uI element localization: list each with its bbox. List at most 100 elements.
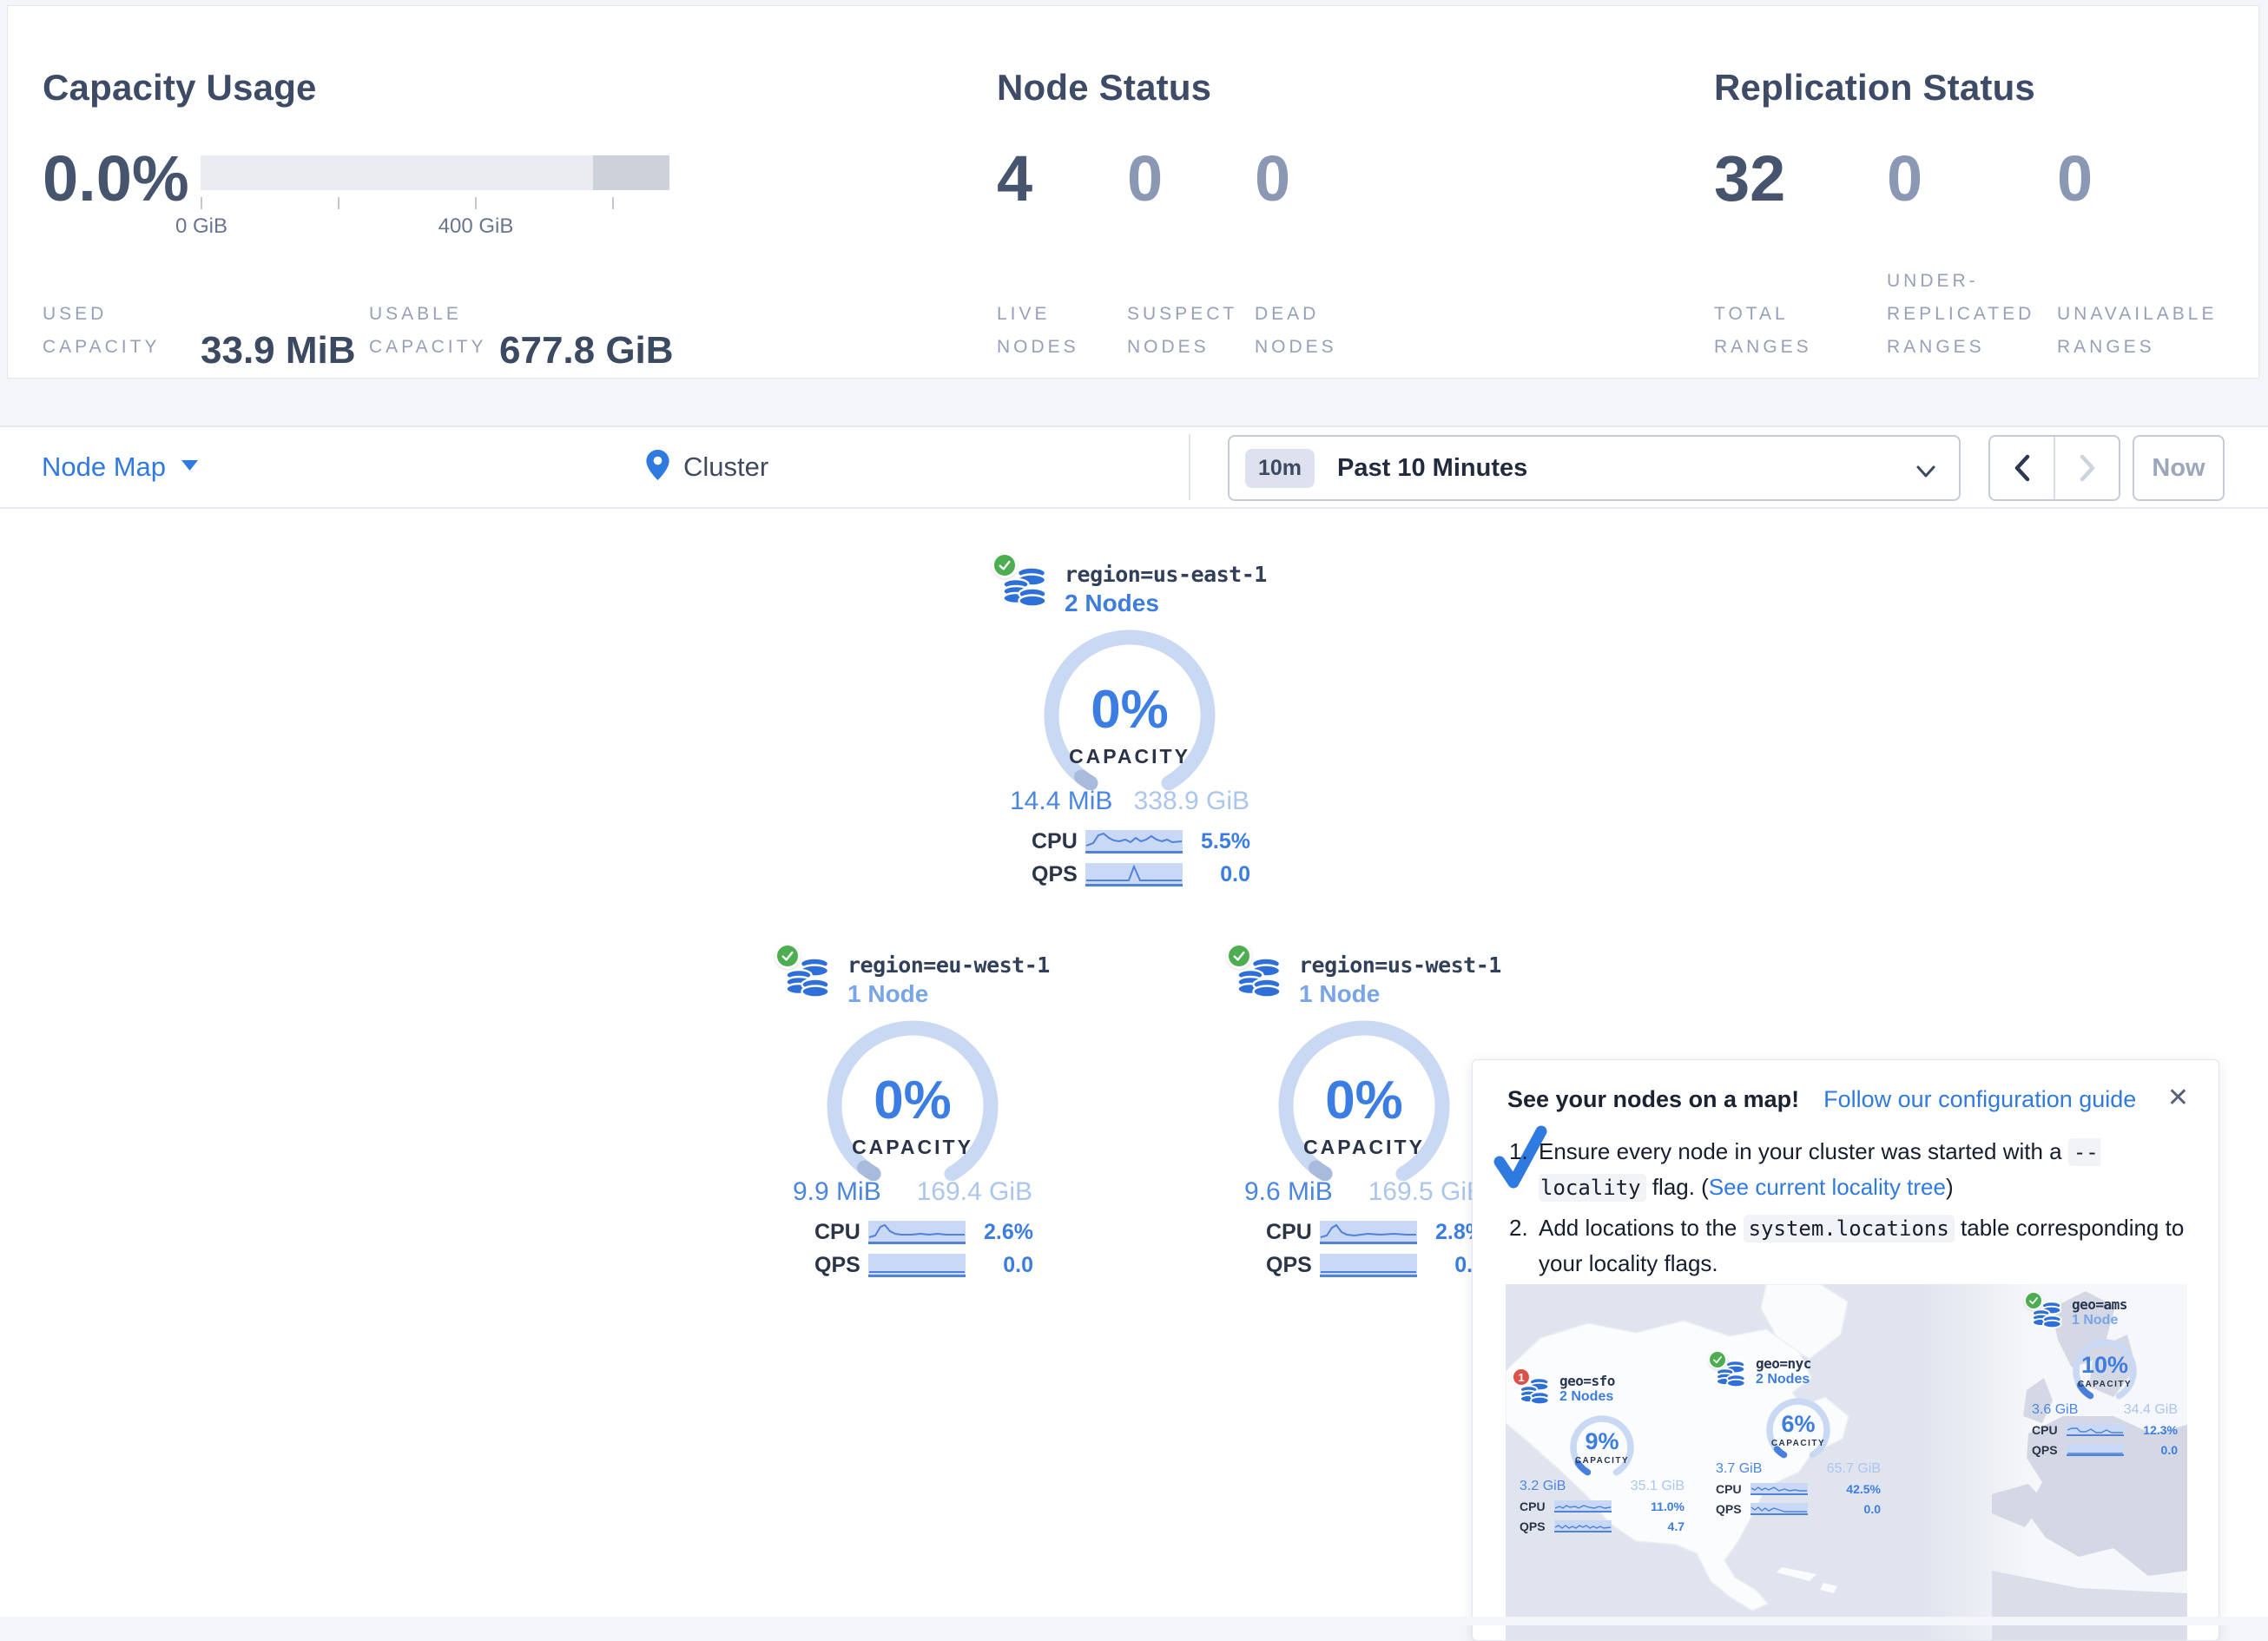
setup-step-1: 1.Ensure every node in your cluster was … <box>1509 1134 2186 1205</box>
under-replicated-value: 0 <box>1887 143 1922 214</box>
unavailable-ranges-label: UNAVAILABLE RANGES <box>2057 298 2217 364</box>
step-text: Add locations to the <box>1539 1215 1744 1241</box>
locality-node-count: 1 Node <box>1299 979 1501 1009</box>
axis-tick <box>338 197 340 209</box>
step-text: ) <box>1946 1174 1954 1200</box>
locality-title: geo=ams <box>2072 1296 2127 1313</box>
locality-title: geo=sfo <box>1559 1373 1615 1389</box>
locality-title: geo=nyc <box>1756 1355 1811 1372</box>
breadcrumb[interactable]: Cluster <box>646 427 768 507</box>
locality-tree-link[interactable]: See current locality tree <box>1709 1174 1946 1200</box>
node-status-title: Node Status <box>997 67 1211 109</box>
locality-card-header: region=us-east-1 2 Nodes <box>1002 556 1273 618</box>
locality-card-us-west-1[interactable]: region=us-west-1 1 Node 0% CAPACITY 9.6 … <box>1221 946 1507 1285</box>
time-range-dropdown[interactable]: 10m Past 10 Minutes <box>1228 435 1961 501</box>
dead-nodes-value: 0 <box>1255 143 1290 214</box>
cpu-sparkline <box>1320 1221 1417 1244</box>
map-pin-icon <box>646 450 669 484</box>
qps-sparkline <box>1320 1254 1417 1277</box>
cluster-summary-bar: Capacity Usage 0.0% 0 GiB 400 GiB USED C… <box>7 5 2259 379</box>
qps-sparkline <box>1085 863 1183 886</box>
code-locality-flag: locality <box>1539 1174 1646 1202</box>
total-capacity: 338.9 GiB <box>1134 787 1249 816</box>
usable-capacity-label: USABLE CAPACITY <box>369 298 486 364</box>
view-selector-dropdown[interactable]: Node Map <box>42 427 198 507</box>
qps-row: QPS 0.0 <box>1266 1252 1485 1278</box>
qps-label: QPS <box>1266 1253 1320 1278</box>
healthy-check-icon <box>2024 1291 2043 1310</box>
total-ranges-label: TOTAL RANGES <box>1714 298 1812 364</box>
cpu-value: 11.0% <box>1651 1499 1685 1513</box>
locality-card-us-east-1[interactable]: region=us-east-1 2 Nodes 0% CAPACITY 14.… <box>986 556 1273 894</box>
cpu-value: 2.6% <box>984 1220 1033 1245</box>
gauge-percent: 0% <box>826 1070 999 1131</box>
breadcrumb-label: Cluster <box>683 451 768 483</box>
healthy-check-icon <box>775 943 801 969</box>
locality-title: region=eu-west-1 <box>847 952 1050 979</box>
usable-capacity-value: 677.8 GiB <box>499 329 674 372</box>
cpu-label: CPU <box>1266 1220 1320 1245</box>
nodes-on-map-popup: See your nodes on a map! Follow our conf… <box>1472 1059 2219 1641</box>
example-node-map-image: 1 geo=sfo 2 Nodes 9% CAPACITY <box>1506 1284 2187 1640</box>
qps-sparkline <box>1750 1503 1808 1515</box>
cpu-row: CPU 5.5% <box>1032 828 1250 854</box>
cpu-sparkline <box>868 1221 966 1244</box>
cpu-sparkline <box>1085 830 1183 853</box>
locality-node-count: 1 Node <box>847 979 1050 1009</box>
time-back-button[interactable] <box>1990 437 2054 499</box>
step-text: flag. ( <box>1646 1174 1709 1200</box>
close-icon[interactable]: ✕ <box>2167 1083 2189 1113</box>
configuration-guide-link[interactable]: Follow our configuration guide <box>1823 1086 2136 1113</box>
time-forward-button[interactable] <box>2054 437 2119 499</box>
code-locality-flag: -- <box>2068 1138 2100 1166</box>
qps-sparkline <box>1554 1520 1612 1532</box>
gauge-capacity-label: CAPACITY <box>1762 1439 1835 1448</box>
map-node-sfo: 1 geo=sfo 2 Nodes 9% CAPACITY <box>1520 1371 1685 1534</box>
qps-value: 0.0 <box>1864 1502 1881 1516</box>
cpu-row: CPU 2.6% <box>814 1219 1033 1245</box>
locality-title: region=us-east-1 <box>1065 561 1267 589</box>
setup-steps: 1.Ensure every node in your cluster was … <box>1509 1134 2186 1281</box>
node-map-canvas: region=us-east-1 2 Nodes 0% CAPACITY 14.… <box>0 509 2268 1617</box>
setup-step-2: 2.Add locations to the system.locations … <box>1509 1210 2186 1281</box>
cpu-row: CPU 42.5% <box>1716 1481 1881 1497</box>
gauge-percent: 0% <box>1277 1070 1451 1131</box>
chevron-left-icon <box>2013 454 2032 482</box>
used-capacity: 3.7 GiB <box>1716 1461 1762 1477</box>
axis-tick <box>201 197 202 209</box>
capacity-gauge: 0% CAPACITY <box>1277 1019 1451 1181</box>
cpu-value: 12.3% <box>2143 1423 2178 1437</box>
used-capacity: 3.6 GiB <box>2032 1402 2078 1418</box>
live-nodes-value: 4 <box>997 143 1032 214</box>
unavailable-ranges-value: 0 <box>2057 143 2093 214</box>
qps-row: QPS 0.0 <box>814 1252 1033 1278</box>
axis-tick <box>475 197 477 209</box>
suspect-nodes-value: 0 <box>1127 143 1163 214</box>
now-button[interactable]: Now <box>2133 435 2225 501</box>
tick-label-zero: 0 GiB <box>175 214 227 239</box>
code-system-locations: system.locations <box>1744 1215 1955 1242</box>
qps-value: 0.0 <box>2161 1443 2178 1457</box>
qps-value: 0.0 <box>1003 1253 1033 1278</box>
caret-down-icon <box>181 459 198 475</box>
cpu-label: CPU <box>1716 1482 1750 1496</box>
total-capacity: 65.7 GiB <box>1827 1461 1881 1477</box>
used-capacity-value: 33.9 MiB <box>201 329 356 372</box>
time-range-label: Past 10 Minutes <box>1337 454 1527 483</box>
qps-value: 0.0 <box>1220 862 1250 887</box>
time-range-badge: 10m <box>1245 449 1315 488</box>
qps-label: QPS <box>1716 1502 1750 1516</box>
live-nodes-label: LIVE NODES <box>997 298 1079 364</box>
cpu-row: CPU 2.8% <box>1266 1219 1485 1245</box>
locality-card-eu-west-1[interactable]: region=eu-west-1 1 Node 0% CAPACITY 9.9 … <box>769 946 1056 1285</box>
cpu-label: CPU <box>2032 1423 2067 1437</box>
qps-label: QPS <box>814 1253 868 1278</box>
locality-node-count: 2 Nodes <box>1065 589 1267 618</box>
used-capacity: 14.4 MiB <box>1010 787 1112 816</box>
cpu-value: 5.5% <box>1201 829 1250 854</box>
locality-node-count: 2 Nodes <box>1756 1372 1811 1387</box>
qps-row: QPS 4.7 <box>1520 1519 1685 1534</box>
capacity-usage-title: Capacity Usage <box>43 67 317 109</box>
locality-card-header: region=us-west-1 1 Node <box>1236 946 1507 1009</box>
capacity-gauge: 0% CAPACITY <box>1043 629 1216 790</box>
